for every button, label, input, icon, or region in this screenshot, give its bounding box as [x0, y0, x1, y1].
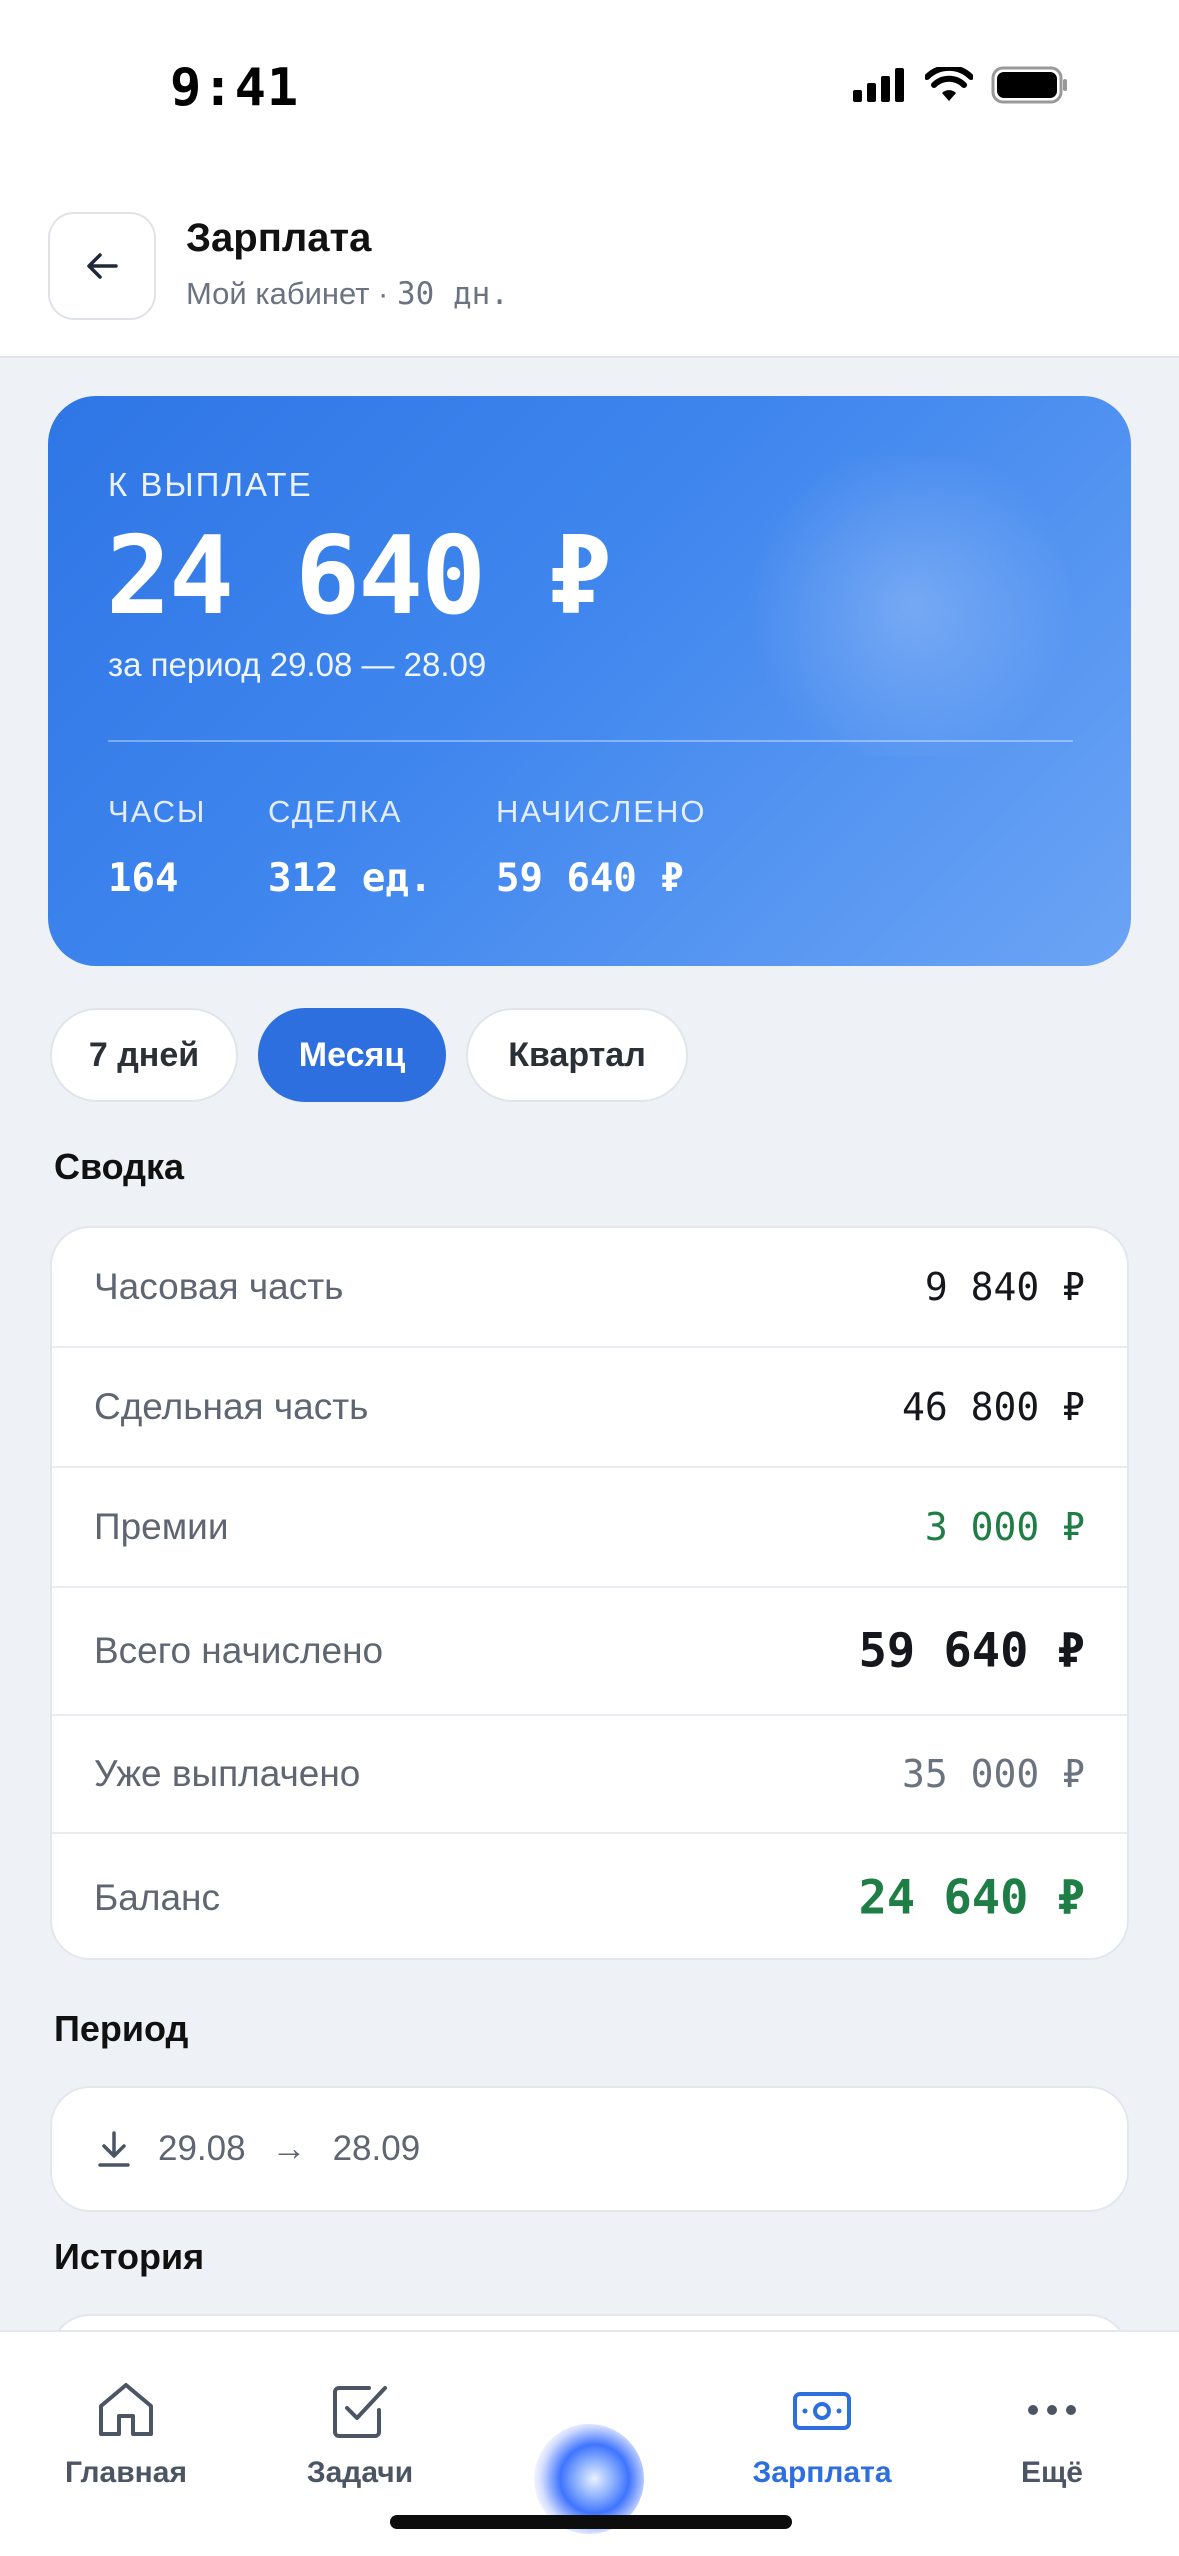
stat-accrued: НАЧИСЛЕНО 59 640 ₽ [496, 794, 706, 901]
row-label: Сдельная часть [94, 1386, 369, 1427]
row-value: 35 000 ₽ [901, 1752, 1085, 1796]
arrow-left-icon [87, 253, 118, 279]
more-icon [1028, 2405, 1076, 2415]
payout-amount: 24 640 ₽ [106, 514, 612, 639]
summary-row-hourly: Часовая часть 9 840 ₽ [52, 1228, 1127, 1348]
tab-salary-label: Зарплата [752, 2456, 892, 2489]
home-icon [99, 2383, 153, 2436]
period-to: 28.09 [332, 2129, 421, 2168]
payout-label: К ВЫПЛАТЕ [108, 466, 313, 503]
money-icon [793, 2392, 851, 2430]
row-label: Всего начислено [94, 1630, 384, 1671]
app-header: Зарплата Мой кабинет · 30 дн. [0, 180, 1179, 358]
row-value: 9 840 ₽ [924, 1265, 1085, 1309]
segment-quarter[interactable]: Квартал [466, 1008, 688, 1102]
stat-piecework-label: СДЕЛКА [268, 794, 403, 829]
page-subtitle: Мой кабинет · 30 дн. [186, 276, 509, 312]
segment-week[interactable]: 7 дней [50, 1008, 238, 1102]
stat-hours: ЧАСЫ 164 [108, 794, 207, 901]
battery-icon [991, 66, 1067, 104]
subtitle-prefix: Мой кабинет · [186, 276, 397, 311]
status-icons [853, 66, 1069, 104]
row-value: 59 640 ₽ [858, 1623, 1085, 1679]
stat-piecework-value: 312 ед. [268, 856, 433, 901]
back-button[interactable] [48, 212, 156, 320]
row-value: 3 000 ₽ [924, 1505, 1085, 1549]
row-label: Уже выплачено [94, 1753, 361, 1794]
signal-icon [853, 68, 904, 102]
period-selector[interactable]: 29.08 → 28.09 [50, 2086, 1129, 2212]
period-from: 29.08 [158, 2129, 246, 2168]
stat-hours-value: 164 [108, 856, 179, 901]
payout-period: за период 29.08 — 28.09 [108, 646, 487, 683]
card-glow [731, 456, 1091, 756]
history-title: История [54, 2236, 205, 2277]
tasks-icon [333, 2386, 387, 2438]
row-value: 24 640 ₽ [858, 1870, 1085, 1926]
stat-accrued-value: 59 640 ₽ [496, 856, 684, 901]
stat-hours-label: ЧАСЫ [108, 794, 207, 829]
wifi-icon [925, 67, 973, 101]
summary-row-piecework: Сдельная часть 46 800 ₽ [52, 1348, 1127, 1468]
tab-home-label: Главная [64, 2456, 187, 2489]
status-time: 9:41 [170, 58, 300, 118]
tab-tasks[interactable]: Задачи [260, 2380, 460, 2490]
summary-row-total: Всего начислено 59 640 ₽ [52, 1588, 1127, 1716]
period-title: Период [54, 2008, 189, 2049]
summary-row-balance: Баланс 24 640 ₽ [52, 1834, 1127, 1958]
period-arrow: → [271, 2129, 307, 2168]
summary-card: Часовая часть 9 840 ₽ Сдельная часть 46 … [50, 1226, 1129, 1960]
row-label: Часовая часть [94, 1266, 344, 1307]
tab-tasks-label: Задачи [306, 2456, 414, 2489]
stat-accrued-label: НАЧИСЛЕНО [496, 794, 707, 829]
download-icon [98, 2131, 130, 2167]
summary-title: Сводка [54, 1146, 185, 1187]
status-bar: 9:41 [0, 0, 1179, 180]
card-divider [108, 740, 1073, 742]
tab-home[interactable]: Главная [26, 2380, 226, 2490]
tab-more-label: Ещё [1020, 2456, 1083, 2489]
home-indicator [390, 2515, 792, 2529]
segment-month[interactable]: Месяц [258, 1008, 446, 1102]
payout-card: К ВЫПЛАТЕ 24 640 ₽ за период 29.08 — 28.… [48, 396, 1131, 966]
page-title: Зарплата [186, 216, 372, 260]
summary-row-paid: Уже выплачено 35 000 ₽ [52, 1716, 1127, 1834]
tab-more[interactable]: Ещё [952, 2380, 1152, 2490]
stat-piecework: СДЕЛКА 312 ед. [268, 794, 432, 901]
row-value: 46 800 ₽ [901, 1385, 1085, 1429]
subtitle-days: 30 дн. [396, 276, 509, 312]
tab-salary[interactable]: Зарплата [722, 2380, 922, 2490]
row-label: Премии [94, 1506, 229, 1547]
row-label: Баланс [94, 1877, 220, 1918]
summary-row-bonuses: Премии 3 000 ₽ [52, 1468, 1127, 1588]
